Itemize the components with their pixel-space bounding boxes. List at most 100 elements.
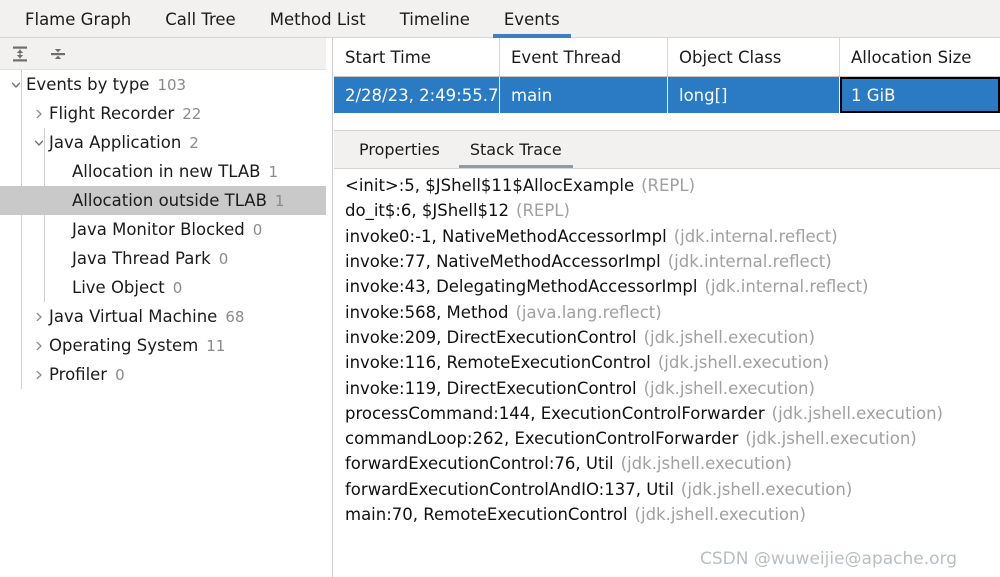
- stack-frame[interactable]: invoke:116, RemoteExecutionControl (jdk.j…: [334, 350, 1000, 375]
- tree-item-allocation-outside-tlab[interactable]: Allocation outside TLAB 1: [0, 186, 326, 215]
- detail-tab-properties[interactable]: Properties: [344, 131, 455, 168]
- tab-events[interactable]: Events: [487, 0, 577, 38]
- tree-item-events-by-type[interactable]: Events by type 103: [0, 70, 326, 99]
- chevron-down-icon[interactable]: [31, 128, 47, 157]
- stack-frame-package: (jdk.jshell.execution): [634, 505, 806, 524]
- expand-all-icon[interactable]: [7, 42, 33, 66]
- stack-frame-package: (jdk.internal.reflect): [667, 252, 832, 272]
- tab-label: Method List: [269, 9, 366, 29]
- chevron-right-icon[interactable]: [31, 302, 47, 331]
- cell-object-class[interactable]: long[]: [668, 77, 840, 113]
- column-header-allocation-size[interactable]: Allocation Size: [840, 38, 1000, 76]
- table-row[interactable]: 2/28/23, 2:49:55.7 main long[] 1 GiB: [334, 77, 1000, 113]
- cell-event-thread[interactable]: main: [500, 77, 668, 113]
- events-table-body[interactable]: 2/28/23, 2:49:55.7 main long[] 1 GiB: [334, 77, 1000, 113]
- tree-item-count: 0: [172, 279, 183, 297]
- stack-frame[interactable]: invoke0:-1, NativeMethodAccessorImpl (jdk…: [334, 224, 1000, 249]
- stack-frame-method: invoke:77, NativeMethodAccessorImpl: [345, 252, 661, 272]
- detail-tab-active-indicator: [458, 165, 573, 168]
- stack-frame-method: invoke:209, DirectExecutionControl: [345, 327, 637, 347]
- column-header-start-time[interactable]: Start Time: [334, 38, 500, 76]
- chevron-down-icon[interactable]: [8, 70, 24, 99]
- tab-label: Flame Graph: [25, 9, 132, 29]
- tree-item-java-virtual-machine[interactable]: Java Virtual Machine 68: [0, 302, 326, 331]
- chevron-right-icon[interactable]: [31, 360, 47, 389]
- stack-frame-method: forwardExecutionControl:76, Util: [345, 454, 614, 474]
- tab-method-list[interactable]: Method List: [253, 0, 383, 38]
- stack-frame[interactable]: invoke:43, DelegatingMethodAccessorImpl (…: [334, 274, 1000, 299]
- tree-item-label: Operating System: [49, 336, 199, 355]
- stack-frame-package: (jdk.jshell.execution): [680, 479, 853, 499]
- stack-frame[interactable]: <init>:5, $JShell$11$AllocExample (REPL): [334, 173, 1000, 198]
- cell-value: 2/28/23, 2:49:55.7: [345, 85, 499, 105]
- stack-frame-package: (REPL): [641, 176, 696, 196]
- tab-label: Events: [503, 9, 560, 29]
- stack-trace-list[interactable]: <init>:5, $JShell$11$AllocExample (REPL) d…: [334, 169, 1000, 577]
- collapse-all-icon[interactable]: [45, 42, 71, 66]
- events-panel-window: Flame Graph Call Tree Method List Timeline E…: [0, 0, 1000, 577]
- tree-item-count: 68: [225, 308, 245, 326]
- tree-item-count: 0: [218, 250, 229, 268]
- detail-tab-bar: Properties Stack Trace: [334, 131, 1000, 169]
- tree-item-label: Flight Recorder: [49, 104, 175, 123]
- stack-frame-method: invoke:568, Method: [345, 302, 509, 322]
- stack-frame-method: <init>:5, $JShell$11$AllocExample: [345, 176, 635, 196]
- stack-frame-package: (jdk.jshell.execution): [620, 454, 792, 474]
- tree-item-count: 0: [252, 221, 263, 239]
- stack-frame[interactable]: processCommand:144, ExecutionControlForw…: [334, 401, 1000, 426]
- stack-frame[interactable]: invoke:568, Method (java.lang.reflect): [334, 299, 1000, 324]
- stack-frame-package: (jdk.internal.reflect): [704, 277, 869, 297]
- stack-frame[interactable]: commandLoop:262, ExecutionControlForward…: [334, 426, 1000, 451]
- column-header-label: Allocation Size: [851, 47, 972, 67]
- cell-allocation-size[interactable]: 1 GiB: [840, 77, 1000, 113]
- stack-frame[interactable]: invoke:119, DirectExecutionControl (jdk.j…: [334, 375, 1000, 400]
- tree-item-content: Java Virtual Machine 68: [49, 307, 244, 326]
- events-table: Start Time Event Thread Object Class Alloca…: [334, 38, 1000, 113]
- chevron-right-icon[interactable]: [31, 99, 47, 128]
- stack-frame-method: forwardExecutionControlAndIO:137, Util: [345, 479, 674, 499]
- tab-call-tree[interactable]: Call Tree: [148, 0, 252, 38]
- tree-item-allocation-in-new-tlab[interactable]: Allocation in new TLAB 1: [0, 157, 326, 186]
- panel-splitter[interactable]: [326, 38, 333, 577]
- cell-start-time[interactable]: 2/28/23, 2:49:55.7: [334, 77, 500, 113]
- stack-frame[interactable]: do_it$:6, $JShell$12 (REPL): [334, 198, 1000, 223]
- stack-frame-package: (jdk.internal.reflect): [673, 226, 838, 246]
- stack-frame[interactable]: invoke:209, DirectExecutionControl (jdk.j…: [334, 325, 1000, 350]
- tab-label: Call Tree: [165, 9, 236, 29]
- stack-frame-package: (jdk.jshell.execution): [643, 327, 815, 347]
- stack-frame[interactable]: invoke:77, NativeMethodAccessorImpl (jdk.…: [334, 249, 1000, 274]
- stack-frame-package: (jdk.jshell.execution): [657, 353, 830, 373]
- tree-item-live-object[interactable]: Live Object 0: [0, 273, 326, 302]
- tree-item-content: Java Thread Park 0: [72, 249, 228, 268]
- chevron-right-icon[interactable]: [31, 331, 47, 360]
- stack-frame[interactable]: forwardExecutionControl:76, Util (jdk.jsh…: [334, 451, 1000, 476]
- tree-item-flight-recorder[interactable]: Flight Recorder 22: [0, 99, 326, 128]
- cell-value: long[]: [679, 85, 728, 105]
- tree-item-java-thread-park[interactable]: Java Thread Park 0: [0, 244, 326, 273]
- tree-item-operating-system[interactable]: Operating System 11: [0, 331, 326, 360]
- stack-frame-method: processCommand:144, ExecutionControlForw…: [345, 403, 765, 423]
- tree-item-content: Java Application 2: [49, 133, 199, 152]
- tree-item-label: Allocation in new TLAB: [72, 162, 261, 181]
- tree-item-content: Allocation in new TLAB 1: [72, 162, 278, 181]
- tree-item-java-monitor-blocked[interactable]: Java Monitor Blocked 0: [0, 215, 326, 244]
- tree-item-label: Java Thread Park: [72, 249, 211, 268]
- detail-tab-active-indicator: [348, 165, 451, 168]
- main-tab-list: Flame Graph Call Tree Method List Timeline E…: [0, 0, 1000, 38]
- stack-frame[interactable]: forwardExecutionControlAndIO:137, Util (j…: [334, 477, 1000, 502]
- tree-item-label: Events by type: [26, 75, 150, 94]
- tab-flame-graph[interactable]: Flame Graph: [8, 0, 148, 38]
- tree-item-profiler[interactable]: Profiler 0: [0, 360, 326, 389]
- tree-item-count: 22: [182, 105, 202, 123]
- tree-item-java-application[interactable]: Java Application 2: [0, 128, 326, 157]
- tree-item-content: Profiler 0: [49, 365, 125, 384]
- detail-tab-stack-trace[interactable]: Stack Trace: [455, 131, 577, 168]
- tree-item-content: Operating System 11: [49, 336, 225, 355]
- column-header-event-thread[interactable]: Event Thread: [500, 38, 668, 76]
- stack-frame-method: commandLoop:262, ExecutionControlForward…: [345, 429, 739, 449]
- tab-timeline[interactable]: Timeline: [383, 0, 487, 38]
- events-tree[interactable]: Events by type 103 Flight Recorder 22 Java A…: [0, 70, 326, 577]
- main-tab-bar: Flame Graph Call Tree Method List Timeline E…: [0, 0, 1000, 38]
- stack-frame[interactable]: main:70, RemoteExecutionControl (jdk.jshe…: [334, 502, 1000, 527]
- column-header-object-class[interactable]: Object Class: [668, 38, 840, 76]
